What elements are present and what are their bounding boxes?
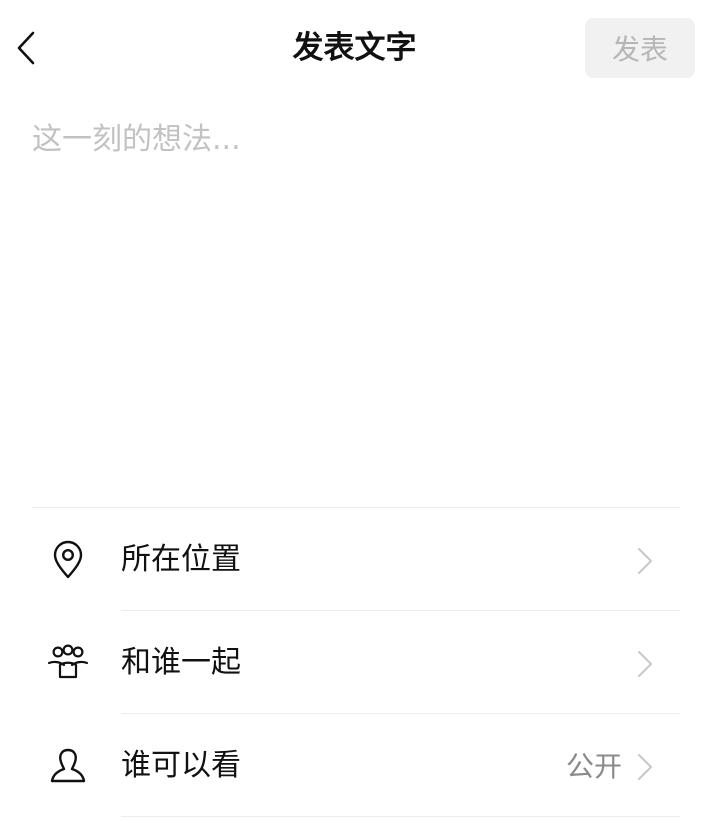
chevron-right-icon [638, 651, 652, 677]
mention-option-row[interactable]: 和谁一起 [0, 611, 709, 714]
location-pin-icon [46, 540, 90, 580]
location-option-row[interactable]: 所在位置 [0, 508, 709, 611]
mention-label: 和谁一起 [121, 645, 241, 680]
visibility-label: 谁可以看 [121, 748, 241, 783]
publish-button[interactable]: 发表 [585, 18, 695, 78]
top-bar: 发表文字 发表 [0, 0, 709, 96]
location-label: 所在位置 [121, 542, 241, 577]
person-icon [46, 746, 90, 786]
chevron-right-icon [638, 754, 652, 780]
visibility-value: 公开 [565, 750, 622, 783]
post-text-input[interactable] [32, 112, 677, 498]
visibility-option-row[interactable]: 谁可以看 公开 [0, 714, 709, 817]
row-divider [121, 816, 680, 817]
people-group-icon [46, 643, 90, 683]
chevron-right-icon [638, 548, 652, 574]
